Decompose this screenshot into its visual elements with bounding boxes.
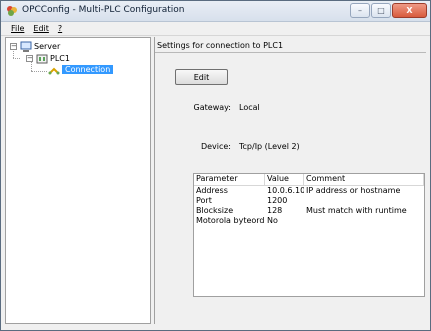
gateway-value: Local <box>239 103 260 112</box>
tree-item-server[interactable]: Server <box>34 42 60 51</box>
menu-file[interactable]: File <box>11 24 24 33</box>
menu-edit[interactable]: Edit <box>33 24 49 33</box>
tree-item-connection[interactable]: Connection <box>62 65 114 74</box>
computer-icon <box>20 41 32 52</box>
value-cell: 1200 <box>267 196 288 205</box>
tree-connector <box>13 58 20 59</box>
table-row[interactable]: Motorola byteorder No <box>194 216 424 226</box>
comment-cell: IP address or hostname <box>306 186 401 195</box>
plc-expander[interactable]: − <box>26 55 33 62</box>
tree-connector <box>31 71 47 72</box>
title-bar: OPCConfig - Multi-PLC Configuration – □ … <box>1 1 430 22</box>
table-row[interactable]: Port 1200 <box>194 196 424 206</box>
settings-header: Settings for connection to PLC1 <box>157 41 284 50</box>
menu-bar: File Edit ? <box>1 22 430 36</box>
parameters-table: Parameter Value Comment Address 10.0.6.1… <box>193 173 425 297</box>
main-window: OPCConfig - Multi-PLC Configuration – □ … <box>0 0 431 331</box>
parameter-cell: Port <box>196 196 212 205</box>
parameter-cell: Blocksize <box>196 206 234 215</box>
value-cell: No <box>267 216 278 225</box>
table-row[interactable]: Address 10.0.6.10 IP address or hostname <box>194 186 424 196</box>
value-cell: 128 <box>267 206 283 215</box>
device-value: Tcp/Ip (Level 2) <box>239 142 300 151</box>
device-label: Device: <box>200 142 231 151</box>
server-expander[interactable]: − <box>10 43 17 50</box>
window-title: OPCConfig - Multi-PLC Configuration <box>22 5 185 15</box>
close-button[interactable]: X <box>392 3 427 18</box>
value-cell: 10.0.6.10 <box>267 186 304 195</box>
maximize-button[interactable]: □ <box>371 3 391 18</box>
gateway-label: Gateway: <box>193 103 231 112</box>
opcconfig-app-icon <box>7 6 17 16</box>
minimize-button[interactable]: – <box>350 3 370 18</box>
tree-pane: − Server − PLC1 Connection <box>5 37 151 324</box>
settings-divider <box>155 52 426 53</box>
table-header: Parameter Value Comment <box>194 174 424 186</box>
parameter-cell: Address <box>196 186 228 195</box>
column-value[interactable]: Value <box>265 174 304 185</box>
settings-pane: Settings for connection to PLC1 Edit Gat… <box>154 37 426 324</box>
column-parameter[interactable]: Parameter <box>194 174 265 185</box>
edit-button[interactable]: Edit <box>175 69 228 85</box>
menu-help[interactable]: ? <box>58 24 62 33</box>
column-comment[interactable]: Comment <box>304 174 424 185</box>
window-controls: – □ X <box>350 3 427 18</box>
parameter-cell: Motorola byteorder <box>196 216 265 225</box>
plc-icon <box>36 54 48 64</box>
comment-cell <box>304 196 424 206</box>
table-row[interactable]: Blocksize 128 Must match with runtime <box>194 206 424 216</box>
comment-cell <box>304 216 424 226</box>
tree-item-plc1[interactable]: PLC1 <box>50 54 70 63</box>
comment-cell: Must match with runtime <box>306 206 407 215</box>
connection-icon <box>48 67 60 75</box>
